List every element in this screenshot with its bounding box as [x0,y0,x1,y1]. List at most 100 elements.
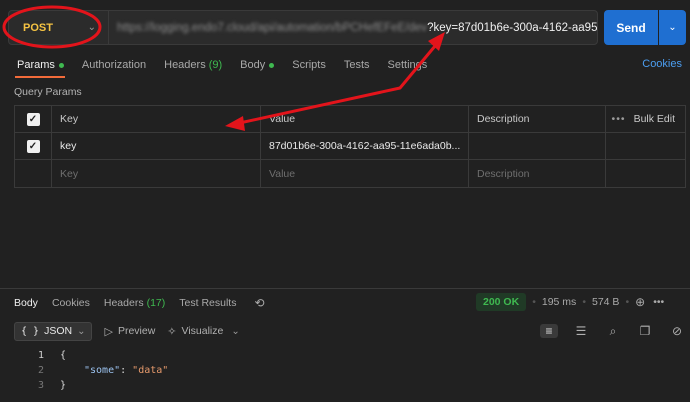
table-row-empty: Key Value Description [15,160,685,187]
active-tab-indicator [15,76,65,78]
bulk-edit-cell: ••• Bulk Edit [606,106,685,132]
tab-authorization[interactable]: Authorization [82,59,146,71]
response-time[interactable]: 195 ms [542,296,576,308]
table-row: ✓ key 87d01b6e-300a-4162-aa95-11e6ada0b.… [15,133,685,160]
tab-scripts[interactable]: Scripts [292,59,326,71]
search-icon[interactable]: ⌕ [604,324,622,339]
tab-label: Headers [103,297,144,309]
url-query-text: ?key=87d01b6e-300a-4162-aa95-11e6ad [427,21,597,34]
copy-icon[interactable]: ❐ [636,324,654,338]
key-placeholder: Key [60,167,79,180]
tab-body[interactable]: Body [240,59,275,71]
row-checkbox[interactable]: ✓ [26,139,40,153]
visualize-button[interactable]: ✧ Visualize ⌄ [167,325,239,338]
response-tools: ≡ ☰ ⌕ ❐ ⊘ [526,324,686,339]
json-string-value: "data" [132,365,169,376]
tab-label: Params [17,59,55,71]
param-value-field[interactable]: 87d01b6e-300a-4162-aa95-11e6ada0b... [261,133,469,159]
code-line: 1 { [28,348,168,363]
line-number: 3 [37,380,44,391]
method-label: POST [23,21,53,34]
braces-icon: { } [21,325,40,337]
response-body-code[interactable]: 1 { 2 "some" : "data" 3 } [28,348,168,393]
code-line: 3 } [28,378,168,393]
column-header-description: Description [469,106,606,132]
param-key-text: key [60,140,77,152]
tab-label: Headers [164,59,206,71]
tab-label: Body [240,59,266,71]
param-description-field[interactable] [469,133,606,159]
response-status-area: 200 OK • 195 ms • 574 B • ⊕ ••• [476,293,664,311]
url-base-text: https://logging.endo7.cloud/api/automati… [117,21,428,34]
wrap-lines-icon[interactable]: ≡ [540,324,558,338]
active-dot-icon [58,62,64,68]
response-size[interactable]: 574 B [592,296,619,308]
chevron-down-icon: ⌄ [77,325,86,337]
line-number: 2 [37,365,44,376]
request-tabs: Params Authorization Headers (9) Body Sc… [17,57,445,73]
response-tabs: Body Cookies Headers (17) Test Results ⟲ [14,296,265,310]
tab-label: Scripts [292,59,326,71]
column-header-value: Value [261,106,469,132]
select-all-checkbox[interactable]: ✓ [26,112,40,126]
new-value-field[interactable]: Value [261,160,469,187]
description-placeholder: Description [477,167,530,180]
format-label: JSON [44,325,73,337]
pane-divider[interactable] [0,288,690,289]
new-description-field[interactable]: Description [469,160,606,187]
method-select[interactable]: POST ⌄ [9,11,109,44]
play-icon: ▷ [104,325,113,338]
line-number: 1 [37,350,44,361]
code-line: 2 "some" : "data" [28,363,168,378]
param-value-text: 87d01b6e-300a-4162-aa95-11e6ada0b... [269,140,461,152]
chevron-down-icon: ⌄ [231,325,240,337]
column-header-key: Key [52,106,261,132]
code-punctuation: : [120,365,133,376]
filter-icon[interactable]: ☰ [572,324,590,338]
response-tab-body[interactable]: Body [14,297,38,309]
send-group: Send ⌄ [604,10,686,45]
code-punctuation: } [60,380,67,391]
active-dot-icon [269,62,275,68]
response-tab-test-results[interactable]: Test Results [179,297,236,309]
url-input[interactable]: https://logging.endo7.cloud/api/automati… [109,11,597,44]
tab-label: Authorization [81,59,147,71]
bulk-edit-button[interactable]: Bulk Edit [634,113,675,125]
param-key-field[interactable]: key [52,133,261,159]
link-icon[interactable]: ⊘ [668,324,686,338]
visualize-icon: ✧ [167,325,177,338]
send-options-button[interactable]: ⌄ [659,10,686,45]
format-select[interactable]: { } JSON ⌄ [14,321,93,341]
response-toolbar: { } JSON ⌄ ▷ Preview ✧ Visualize ⌄ ≡ ☰ ⌕… [14,321,686,341]
tab-headers[interactable]: Headers (9) [164,59,222,71]
tab-count: (17) [146,297,166,309]
row-check-cell: ✓ [15,133,52,159]
chevron-down-icon: ⌄ [87,22,96,33]
separator: • [532,296,536,308]
status-badge[interactable]: 200 OK [476,293,527,311]
more-options-icon[interactable]: ••• [612,113,626,125]
response-tab-cookies[interactable]: Cookies [52,297,90,309]
separator: • [625,296,630,308]
tab-label: Tests [343,59,370,71]
send-button[interactable]: Send [604,10,658,45]
preview-button[interactable]: ▷ Preview [104,325,155,338]
response-tab-headers[interactable]: Headers (17) [104,297,165,309]
history-icon[interactable]: ⟲ [254,296,264,310]
select-all-cell: ✓ [15,106,52,132]
row-actions-cell [606,160,685,187]
new-key-field[interactable]: Key [52,160,261,187]
more-options-icon[interactable]: ••• [653,296,664,308]
network-globe-icon[interactable]: ⊕ [635,295,645,309]
cookies-link[interactable]: Cookies [642,58,682,70]
tab-count: (9) [208,59,223,71]
separator: • [582,296,586,308]
params-table: ✓ Key Value Description ••• Bulk Edit ✓ … [14,105,686,188]
tab-tests[interactable]: Tests [344,59,370,71]
tab-label: Settings [387,59,428,71]
tab-settings[interactable]: Settings [388,59,428,71]
code-punctuation: { [60,350,67,361]
tab-params[interactable]: Params [17,59,64,71]
request-bar: POST ⌄ https://logging.endo7.cloud/api/a… [8,10,598,45]
